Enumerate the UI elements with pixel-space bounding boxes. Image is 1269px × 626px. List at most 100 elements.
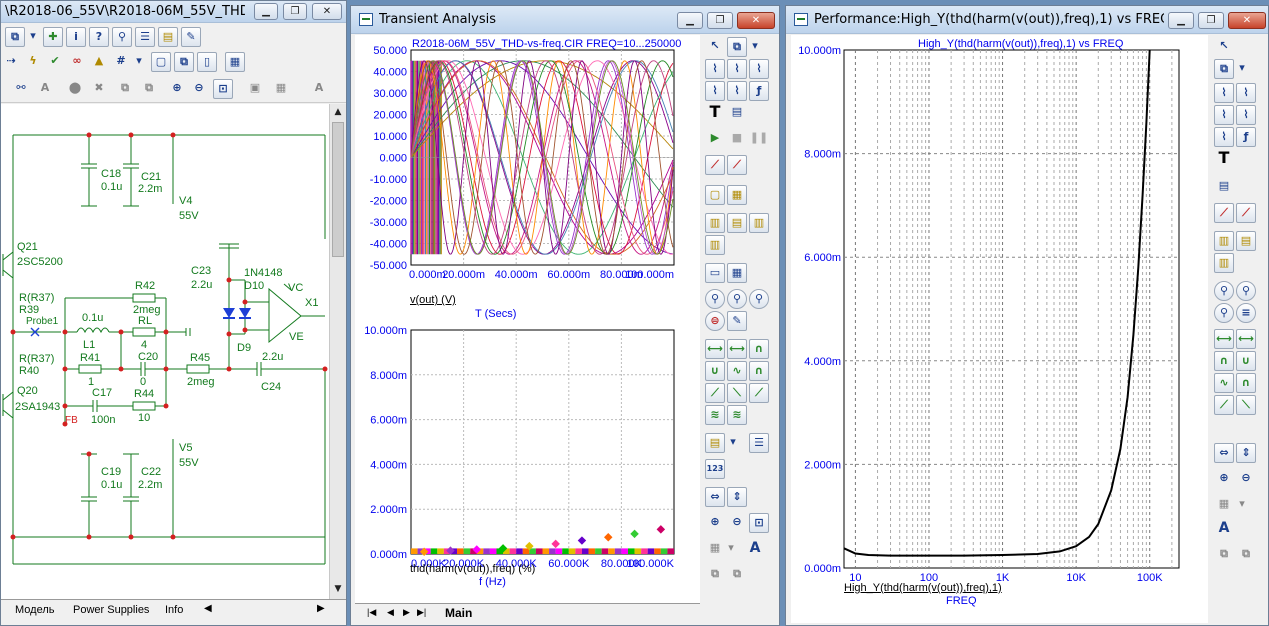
wave2-icon[interactable]: ∩ xyxy=(1236,373,1256,393)
check-icon[interactable]: ✔ xyxy=(45,52,65,72)
peak-icon[interactable]: ⟷ xyxy=(1214,329,1234,349)
stop-icon[interactable]: ■ xyxy=(727,129,747,149)
slope-icon[interactable]: ⟋ xyxy=(705,383,725,403)
restore-button[interactable]: ❐ xyxy=(707,12,733,29)
zoom-out-icon[interactable]: ⊖ xyxy=(189,79,209,99)
view-icon[interactable]: ⧉ xyxy=(1214,59,1234,79)
scroll-up-icon[interactable]: ▲ xyxy=(330,107,346,117)
lightning-icon[interactable]: ϟ xyxy=(23,52,43,72)
graph4-icon[interactable]: ⌇ xyxy=(1236,105,1256,125)
nav-last-icon[interactable]: ▶| xyxy=(417,607,426,618)
trace2-icon[interactable]: ⟋ xyxy=(727,155,747,175)
slope2-icon[interactable]: ⟍ xyxy=(1236,395,1256,415)
peak-icon[interactable]: ⟷ xyxy=(705,339,725,359)
probe-a-icon[interactable]: ⚲ xyxy=(1214,281,1234,301)
play-icon[interactable]: ▶ xyxy=(705,129,725,149)
scroll-thumb[interactable] xyxy=(332,122,344,257)
box2-icon[interactable]: ▦ xyxy=(727,185,747,205)
valley2-icon[interactable]: ∿ xyxy=(727,361,747,381)
performance-plot-svg[interactable]: 10.000m8.000m6.000m4.000m2.000m0.000m10 1… xyxy=(791,35,1208,623)
group-icon[interactable]: ⧉ xyxy=(1214,545,1234,565)
text-t-icon[interactable]: T xyxy=(705,103,725,123)
zoom-in-icon[interactable]: ⊕ xyxy=(1214,469,1234,489)
zoom-fit-icon[interactable]: ⊡ xyxy=(213,79,233,99)
text-t-icon[interactable]: T xyxy=(1214,149,1234,169)
fx-icon[interactable]: ƒ xyxy=(749,81,769,101)
peak3-icon[interactable]: ∩ xyxy=(749,339,769,359)
nav-prev-icon[interactable]: ◀ xyxy=(387,607,394,618)
node-icon[interactable]: ∞ xyxy=(67,52,87,72)
add-icon[interactable]: ✚ xyxy=(43,27,63,47)
probe-c-icon[interactable]: ⚲ xyxy=(749,289,769,309)
dropdown-icon[interactable]: ▾ xyxy=(1236,59,1248,79)
graph3-icon[interactable]: ⌇ xyxy=(1214,105,1234,125)
font-icon[interactable]: A xyxy=(1214,519,1234,539)
doc-icon[interactable]: ▯ xyxy=(197,52,217,72)
tab-info[interactable]: Info xyxy=(165,604,183,616)
peak2-icon[interactable]: ⟷ xyxy=(727,339,747,359)
stop-icon[interactable]: ⬤ xyxy=(65,79,85,99)
slope2-icon[interactable]: ⟍ xyxy=(727,383,747,403)
properties-icon[interactable]: ▤ xyxy=(1214,177,1234,197)
pointer-icon[interactable]: ↖ xyxy=(705,37,725,57)
bars2-icon[interactable]: ▤ xyxy=(1236,231,1256,251)
equal-icon[interactable]: ≡ xyxy=(1236,303,1256,323)
scroll-down-icon[interactable]: ▼ xyxy=(330,584,346,594)
graph5-icon[interactable]: ⌇ xyxy=(727,81,747,101)
tab-main[interactable]: Main xyxy=(445,606,472,620)
copy-icon[interactable]: ⧉ xyxy=(174,52,194,72)
layout-icon[interactable]: ▦ xyxy=(1214,495,1234,515)
info-icon[interactable]: i xyxy=(66,27,86,47)
performance-titlebar[interactable]: Performance:High_Y(thd(harm(v(out)),freq… xyxy=(786,6,1268,34)
table-icon[interactable]: ▤ xyxy=(158,27,178,47)
fx-icon[interactable]: ƒ xyxy=(1236,127,1256,147)
fit-x-icon[interactable]: ⇔ xyxy=(1214,443,1234,463)
dropdown-icon[interactable]: ▾ xyxy=(725,539,737,559)
grid-icon[interactable]: # xyxy=(111,52,131,72)
valley-icon[interactable]: ∪ xyxy=(705,361,725,381)
wave-icon[interactable]: ∿ xyxy=(1214,373,1234,393)
trace-icon[interactable]: ⟋ xyxy=(1214,203,1234,223)
properties-icon[interactable]: ▤ xyxy=(727,103,747,123)
graph2-icon[interactable]: ⌇ xyxy=(727,59,747,79)
peak3-icon[interactable]: ∩ xyxy=(1214,351,1234,371)
wave-icon[interactable]: ≋ xyxy=(705,405,725,425)
trace2-icon[interactable]: ⟋ xyxy=(1236,203,1256,223)
bars3-icon[interactable]: ▥ xyxy=(1214,253,1234,273)
bars2-icon[interactable]: ▤ xyxy=(727,213,747,233)
graph2-icon[interactable]: ⌇ xyxy=(1236,83,1256,103)
bars4-icon[interactable]: ▥ xyxy=(705,235,725,255)
probe-icon[interactable]: ⚲ xyxy=(112,27,132,47)
restore-button[interactable]: ❐ xyxy=(1198,12,1224,29)
minimize-button[interactable]: ▁ xyxy=(254,3,278,20)
zoom-out-icon[interactable]: ⊖ xyxy=(727,513,747,533)
zoom-box-icon[interactable]: ⊡ xyxy=(749,513,769,533)
probe-c-icon[interactable]: ⚲ xyxy=(1214,303,1234,323)
wave2-icon[interactable]: ≋ xyxy=(727,405,747,425)
dropdown-icon[interactable]: ▾ xyxy=(27,27,39,47)
scroll-right-icon[interactable]: ▶ xyxy=(317,603,325,614)
minimize-button[interactable]: ▁ xyxy=(1168,12,1194,29)
list-icon[interactable]: ☰ xyxy=(749,433,769,453)
edit-icon[interactable]: ✎ xyxy=(727,311,747,331)
dropdown-icon[interactable]: ▾ xyxy=(749,37,761,57)
tab-power-supplies[interactable]: Power Supplies xyxy=(73,604,149,616)
fit-x-icon[interactable]: ⇔ xyxy=(705,487,725,507)
schematic-canvas[interactable]: C18 0.1u C21 2.2m V4 55V Q21 2SC5200 R42… xyxy=(1,104,329,599)
scroll-left-icon[interactable]: ◀ xyxy=(204,603,212,614)
top-plot-svg[interactable]: 50.000 40.000 30.000 20.000 10.000 0.000 -10.0… xyxy=(355,35,700,325)
list-icon[interactable]: ☰ xyxy=(135,27,155,47)
graph3-icon[interactable]: ⌇ xyxy=(749,59,769,79)
view-icon[interactable]: ⧉ xyxy=(727,37,747,57)
valley3-icon[interactable]: ∩ xyxy=(749,361,769,381)
layout-icon[interactable]: ▦ xyxy=(705,539,725,559)
bottom-plot-svg[interactable]: 10.000m8.000m6.000m4.000m2.000m0.000m0.0… xyxy=(355,320,700,600)
tab-model[interactable]: Модель xyxy=(15,604,54,616)
nav-first-icon[interactable]: |◀ xyxy=(367,607,376,618)
font-icon[interactable]: A xyxy=(309,79,329,99)
text-icon[interactable]: A xyxy=(35,79,55,99)
bars3-icon[interactable]: ▥ xyxy=(749,213,769,233)
font-icon[interactable]: A xyxy=(745,539,765,559)
find-icon[interactable]: ⚯ xyxy=(11,79,31,99)
pause-icon[interactable]: ❚❚ xyxy=(749,129,769,149)
